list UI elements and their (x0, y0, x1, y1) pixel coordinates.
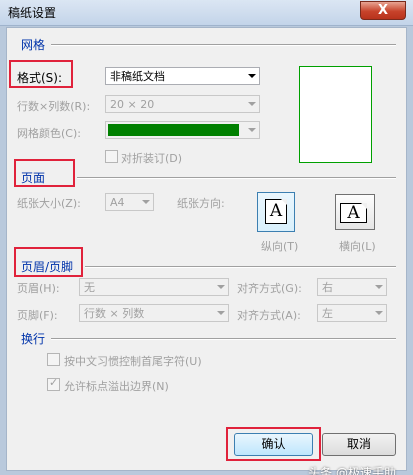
landscape-page-icon: A (340, 203, 367, 223)
option1-checkbox[interactable] (47, 353, 60, 366)
chevron-down-icon[interactable] (244, 96, 259, 112)
chevron-down-icon[interactable] (213, 305, 228, 321)
header-align-value: 右 (322, 281, 333, 294)
grid-separator (51, 44, 396, 46)
rows-cols-select[interactable]: 20 × 20 (105, 95, 260, 113)
title-bar: 稿纸设置 X (0, 0, 413, 26)
paper-size-label: 纸张大小(Z): (17, 197, 81, 210)
header-label: 页眉(H): (17, 282, 60, 295)
chevron-down-icon[interactable] (213, 279, 228, 295)
option2-checkbox[interactable] (47, 376, 60, 391)
portrait-button[interactable]: A (257, 192, 295, 232)
fold-binding-checkbox[interactable] (105, 150, 118, 163)
format-select[interactable]: 非稿纸文档 (105, 67, 260, 85)
option2-label: 允许标点溢出边界(N) (64, 380, 169, 393)
paper-size-select[interactable]: A4 (105, 193, 154, 211)
page-highlight-box (14, 159, 75, 187)
landscape-button[interactable]: A (335, 194, 375, 230)
grid-preview (299, 66, 372, 163)
dialog-body: 网格 格式(S): 非稿纸文档 行数×列数(R): 20 × 20 网格颜色(C… (6, 27, 407, 475)
watermark-text: 头条 @极速手助 (308, 466, 396, 475)
chevron-down-icon[interactable] (371, 279, 386, 295)
format-highlight-box (9, 60, 73, 88)
footer-select[interactable]: 行数 × 列数 (79, 304, 229, 322)
grid-color-select[interactable] (105, 121, 260, 139)
cancel-button[interactable]: 取消 (322, 433, 396, 456)
footer-align-value: 左 (322, 307, 333, 320)
header-footer-highlight-box (14, 247, 83, 277)
footer-align-label: 对齐方式(A): (237, 309, 301, 322)
chevron-down-icon[interactable] (244, 122, 259, 138)
fold-binding-label: 对折装订(D) (121, 152, 183, 165)
window-title: 稿纸设置 (8, 6, 57, 20)
grid-section-title: 网格 (21, 38, 46, 52)
footer-align-select[interactable]: 左 (317, 304, 387, 322)
header-align-label: 对齐方式(G): (237, 282, 302, 295)
rows-cols-value: 20 × 20 (110, 98, 155, 111)
grid-color-swatch (108, 124, 239, 136)
header-value: 无 (84, 281, 95, 294)
close-button[interactable]: X (360, 1, 406, 20)
landscape-label: 横向(L) (339, 240, 376, 253)
header-align-select[interactable]: 右 (317, 278, 387, 296)
page-separator (77, 177, 396, 179)
rows-cols-label: 行数×列数(R): (17, 100, 91, 113)
header-footer-separator (85, 266, 396, 268)
grid-color-label: 网格颜色(C): (17, 127, 81, 140)
chevron-down-icon[interactable] (138, 194, 153, 210)
option1-label: 按中文习惯控制首尾字符(U) (64, 355, 202, 368)
close-icon: X (377, 3, 389, 18)
chevron-down-icon[interactable] (371, 305, 386, 321)
chevron-down-icon[interactable] (244, 68, 259, 84)
paper-size-value: A4 (110, 196, 125, 209)
footer-value: 行数 × 列数 (84, 307, 145, 320)
orientation-label: 纸张方向: (177, 197, 225, 210)
format-select-value: 非稿纸文档 (110, 70, 165, 83)
header-select[interactable]: 无 (79, 278, 229, 296)
portrait-label: 纵向(T) (261, 240, 299, 253)
line-break-separator (51, 338, 396, 340)
ok-highlight-box (226, 427, 321, 461)
footer-label: 页脚(F): (17, 309, 58, 322)
line-break-section-title: 换行 (21, 332, 46, 346)
portrait-page-icon: A (265, 199, 287, 224)
